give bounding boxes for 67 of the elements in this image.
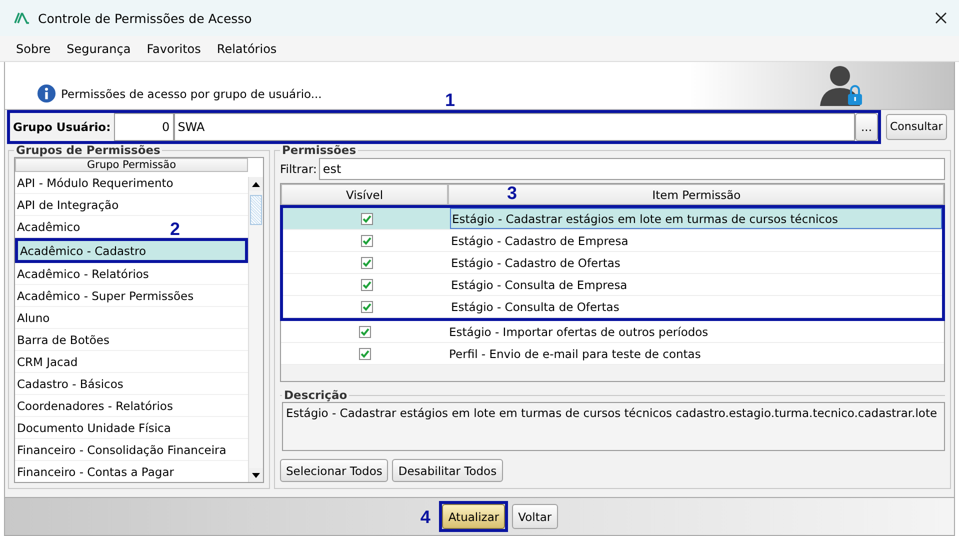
table-cell-text: Estágio - Importar ofertas de outros períodos xyxy=(448,324,710,340)
scrollbar[interactable] xyxy=(248,177,263,482)
list-item[interactable]: Cadastro - Básicos xyxy=(15,373,248,395)
close-icon[interactable] xyxy=(935,12,947,24)
column-header: Visível xyxy=(281,184,448,205)
update-button[interactable]: Atualizar xyxy=(442,504,506,529)
list-item[interactable]: Acadêmico - Super Permissões xyxy=(15,285,248,307)
table-cell-text: Estágio - Consulta de Empresa xyxy=(450,276,628,294)
window-title: Controle de Permissões de Acesso xyxy=(38,10,253,26)
table-row[interactable]: Estágio - Consulta de Empresa xyxy=(283,274,942,296)
table-cell-text: Estágio - Cadastro de Empresa xyxy=(450,232,630,250)
table-cell-text: Estágio - Cadastro de Ofertas xyxy=(450,254,622,272)
action-button[interactable]: Desabilitar Todos xyxy=(392,459,503,482)
scroll-up-icon xyxy=(252,182,260,186)
table-row[interactable]: Estágio - Consulta de Ofertas xyxy=(283,296,942,318)
filter-field[interactable]: est xyxy=(318,158,945,180)
info-icon xyxy=(37,84,56,103)
table-row[interactable]: Estágio - Cadastro de Empresa xyxy=(283,230,942,252)
action-button[interactable]: Selecionar Todos xyxy=(280,459,388,482)
checkbox[interactable] xyxy=(360,278,372,290)
checkbox[interactable] xyxy=(360,256,372,268)
table-cell-text: Estágio - Consulta de Ofertas xyxy=(450,298,620,316)
list-item[interactable]: Coordenadores - Relatórios xyxy=(15,395,248,417)
header-message: Permissões de acesso por grupo de usuário... xyxy=(61,86,322,100)
checkbox[interactable] xyxy=(358,348,370,360)
query-button[interactable]: Consultar xyxy=(886,114,947,140)
description-field[interactable]: Estágio - Cadastrar estágios em lote em turmas de cursos técnicos cadastro.estagio.turma.tecnico.cadastrar.lote xyxy=(282,402,945,451)
annotation-number: 3 xyxy=(507,184,518,202)
filter-label: Filtrar: xyxy=(280,162,317,176)
list-item[interactable]: API de Integração xyxy=(15,194,248,216)
list-item[interactable]: Documento Unidade Física xyxy=(15,417,248,439)
list-item[interactable]: Barra de Botões xyxy=(15,329,248,351)
annotation-number: 4 xyxy=(420,508,430,526)
list-item[interactable]: CRM Jacad xyxy=(15,351,248,373)
scroll-thumb[interactable] xyxy=(250,195,262,225)
menu-item[interactable]: Relatórios xyxy=(208,42,285,56)
list-item[interactable]: Financeiro - Consolidação Financeira xyxy=(15,439,248,461)
list-item[interactable]: Acadêmico - Relatórios xyxy=(15,263,248,285)
table-cell-text: Perfil - Envio de e-mail para teste de contas xyxy=(448,346,702,362)
name-field[interactable]: SWA xyxy=(174,112,856,140)
checkbox[interactable] xyxy=(360,234,372,246)
table-row[interactable]: Estágio - Cadastro de Ofertas xyxy=(283,252,942,274)
menu-item[interactable]: Favoritos xyxy=(138,42,209,56)
section-title: Grupos de Permissões xyxy=(15,143,162,157)
checkbox[interactable] xyxy=(358,326,370,338)
app-logo-icon xyxy=(14,12,30,24)
browse-button[interactable]: ... xyxy=(855,112,878,140)
section-title: Descrição xyxy=(283,388,348,402)
menu-item[interactable]: Segurança xyxy=(58,42,139,56)
column-header: Grupo Permissão xyxy=(15,158,248,172)
section-title: Permissões xyxy=(281,143,358,157)
table-row[interactable]: Estágio - Importar ofertas de outros períodos xyxy=(281,321,944,343)
annotation-number: 1 xyxy=(445,90,456,108)
checkbox[interactable] xyxy=(360,300,372,312)
code-field[interactable]: 0 xyxy=(114,112,174,140)
list-item[interactable]: Aluno xyxy=(15,307,248,329)
back-button[interactable]: Voltar xyxy=(512,504,558,529)
list-item[interactable]: Acadêmico - Cadastro xyxy=(18,241,245,260)
table-row[interactable]: Perfil - Envio de e-mail para teste de contas xyxy=(281,343,944,365)
table-row[interactable]: Estágio - Cadastrar estágios em lote em turmas de cursos técnicos xyxy=(283,208,942,230)
scroll-down-icon xyxy=(252,472,260,478)
menu-item[interactable]: Sobre xyxy=(8,42,59,56)
checkbox[interactable] xyxy=(360,212,372,224)
table-cell: Estágio - Cadastrar estágios em lote em turmas de cursos técnicos xyxy=(450,208,942,229)
annotation-number: 2 xyxy=(170,220,180,238)
field-label: Grupo Usuário: xyxy=(10,112,114,140)
list-item[interactable]: API - Módulo Requerimento xyxy=(15,172,248,194)
